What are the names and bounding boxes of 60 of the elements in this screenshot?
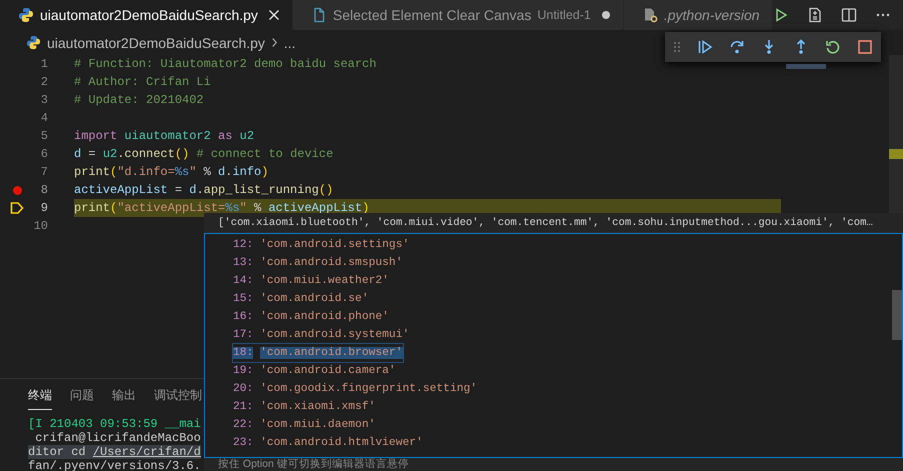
python-file-icon	[18, 7, 34, 23]
terminal-line: crifan@licrifandeMacBoo	[34, 431, 201, 445]
list-item[interactable]: 15: 'com.android.se'	[233, 290, 369, 308]
editor-tab[interactable]: .python-version	[624, 0, 773, 30]
code-line: print("d.info=%s" % d.info)	[74, 164, 268, 181]
python-file-icon	[26, 35, 41, 50]
scrollbar-thumb[interactable]	[892, 290, 902, 340]
stop-icon[interactable]	[857, 39, 873, 55]
code-line: # Update: 20210402	[74, 92, 204, 109]
hover-hint: 按住 Option 键可切换到编辑器语言悬停	[217, 458, 410, 471]
minimap	[786, 64, 826, 69]
panel-tab[interactable]: 输出	[112, 387, 136, 410]
list-item[interactable]: 14: 'com.miui.weather2'	[233, 272, 389, 290]
line-number: 9	[40, 201, 48, 215]
list-item[interactable]: 16: 'com.android.phone'	[233, 308, 389, 326]
line-number: 4	[40, 111, 48, 125]
unsaved-dot-icon	[600, 10, 611, 20]
list-item[interactable]: 17: 'com.android.systemui'	[233, 326, 410, 344]
panel-tab[interactable]: 调试控制	[154, 387, 202, 410]
line-number: 2	[40, 75, 48, 89]
list-item[interactable]: 20: 'com.goodix.fingerprint.setting'	[233, 380, 478, 398]
terminal-line: [I 210403 09:53:59 __mai	[28, 417, 201, 431]
breakpoint-icon[interactable]	[12, 186, 22, 194]
line-number: 8	[40, 183, 48, 197]
drag-handle-icon[interactable]	[673, 41, 681, 53]
code-line: d = u2.connect() # connect to device	[74, 146, 334, 163]
code-line: import uiautomator2 as u2	[74, 128, 254, 145]
list-item[interactable]: 12: 'com.android.settings'	[233, 236, 410, 254]
diff-file-icon[interactable]	[807, 7, 823, 23]
split-editor-icon[interactable]	[841, 7, 857, 23]
editor-tab[interactable]: uiautomator2DemoBaiduSearch.py	[0, 0, 293, 30]
list-item[interactable]: 22: 'com.miui.daemon'	[233, 416, 376, 434]
tab-description: Untitled-1	[537, 8, 591, 22]
continue-icon[interactable]	[697, 39, 713, 55]
line-number: 5	[40, 129, 48, 143]
chevron-right-icon	[270, 37, 278, 48]
line-number: 1	[40, 57, 48, 71]
breadcrumb-item[interactable]: uiautomator2DemoBaiduSearch.py	[47, 34, 265, 50]
code-line: activeAppList = d.app_list_running()	[74, 182, 334, 199]
close-icon[interactable]	[268, 9, 280, 21]
list-item[interactable]: 13: 'com.android.smspush'	[233, 254, 402, 272]
line-number: 7	[40, 165, 48, 179]
list-item[interactable]: 19: 'com.android.camera'	[233, 362, 396, 380]
tab-label: .python-version	[664, 7, 760, 23]
list-item[interactable]: 21: 'com.xiaomi.xmsf'	[233, 398, 376, 416]
line-number: 3	[40, 93, 48, 107]
panel-tab[interactable]: 终端	[28, 387, 52, 410]
code-line: # Author: Crifan Li	[74, 74, 211, 91]
value-summary: ['com.xiaomi.bluetooth', 'com.miui.video', 'com.tencent.mm', 'com.sohu.inputmethod...gou.xiaomi', 'com…	[217, 216, 874, 231]
step-over-icon[interactable]	[729, 39, 745, 55]
line-number: 10	[32, 219, 48, 233]
tab-label: Selected Element Clear Canvas	[332, 7, 532, 23]
tab-label: uiautomator2DemoBaiduSearch.py	[40, 7, 258, 23]
editor-tab[interactable]: Selected Element Clear Canvas Untitled-1	[292, 0, 624, 30]
line-number: 6	[40, 147, 48, 161]
code-line: # Function: Uiautomator2 demo baidu search	[74, 56, 376, 73]
breadcrumb-item[interactable]: ...	[284, 34, 296, 50]
list-item[interactable]: 23: 'com.android.htmlviewer'	[233, 434, 423, 452]
restart-icon[interactable]	[825, 39, 841, 55]
panel-tab[interactable]: 问题	[70, 387, 94, 410]
